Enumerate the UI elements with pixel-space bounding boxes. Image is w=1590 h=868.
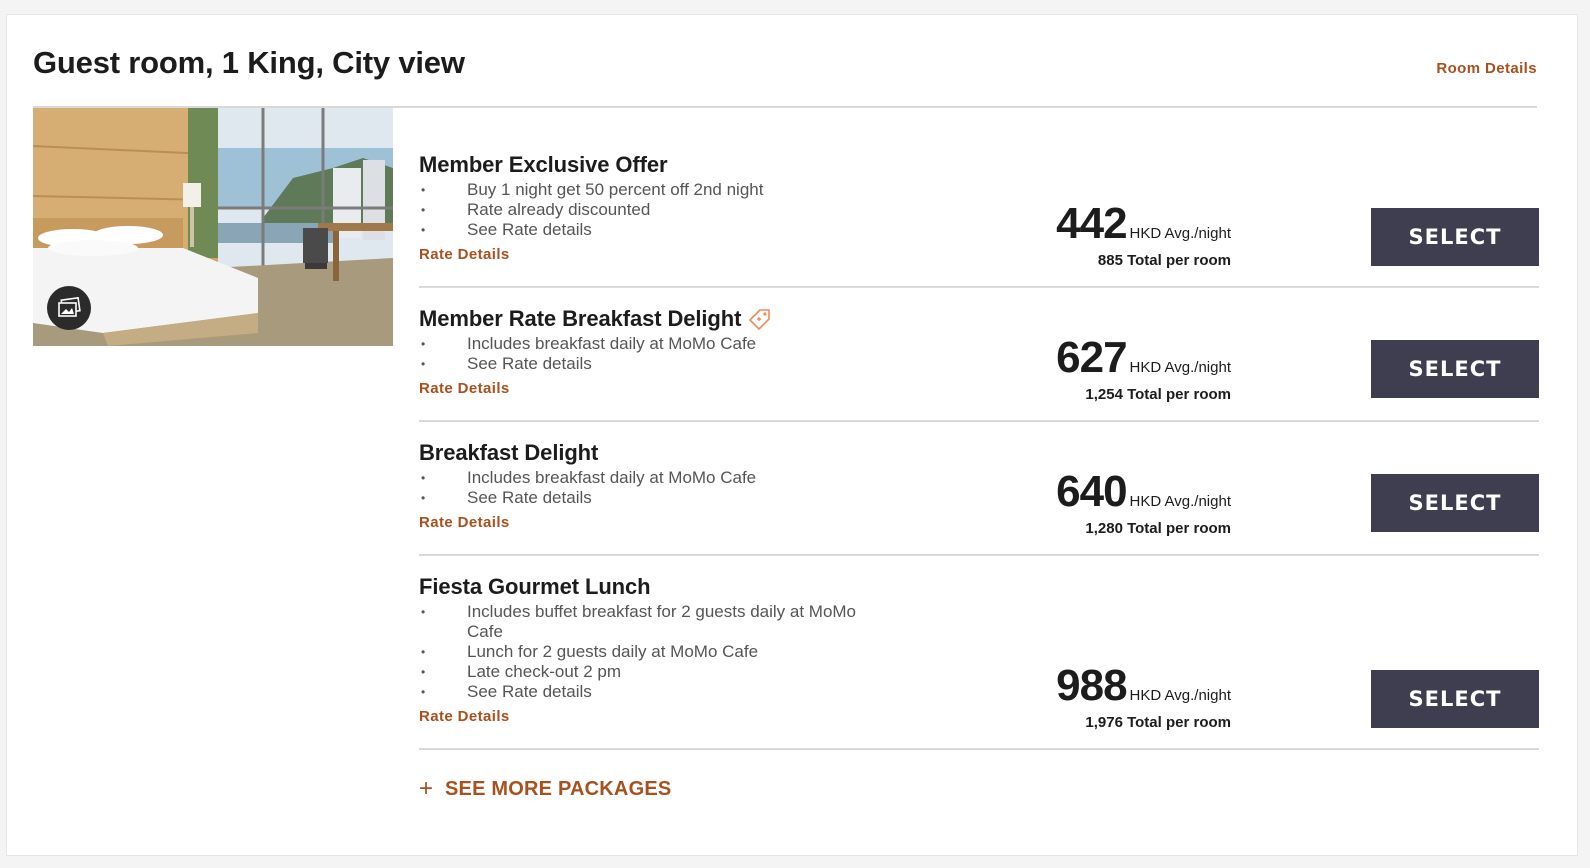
rate-name-text: Fiesta Gourmet Lunch [419, 574, 651, 599]
price-total: 885 Total per room [1056, 252, 1231, 269]
price-total: 1,254 Total per room [1056, 386, 1231, 403]
rate-list: Member Exclusive Offer Buy 1 night get 5… [419, 108, 1539, 750]
rate-name: Breakfast Delight [419, 440, 1539, 466]
price-unit: HKD Avg./night [1129, 359, 1231, 376]
see-more-label: SEE MORE PACKAGES [445, 777, 672, 800]
total-amount: 1,280 [1085, 520, 1123, 537]
rate-name: Member Rate Breakfast Delight [419, 306, 1539, 332]
feature-item: Includes breakfast daily at MoMo Cafe [419, 334, 889, 354]
rate-name: Fiesta Gourmet Lunch [419, 574, 1539, 600]
see-more-packages-link[interactable]: + SEE MORE PACKAGES [419, 777, 671, 801]
price-amount: 640 [1056, 467, 1127, 516]
gallery-icon [58, 297, 81, 317]
price-total: 1,280 Total per room [1056, 520, 1231, 537]
room-card: Guest room, 1 King, City view Room Detai… [6, 14, 1578, 856]
feature-item: Lunch for 2 guests daily at MoMo Cafe [419, 642, 889, 662]
rate-details-link[interactable]: Rate Details [419, 246, 510, 263]
feature-item: See Rate details [419, 488, 889, 508]
total-label: Total per room [1127, 386, 1231, 403]
plus-icon: + [419, 775, 434, 802]
price-unit: HKD Avg./night [1129, 493, 1231, 510]
total-amount: 1,254 [1085, 386, 1123, 403]
rate-name: Member Exclusive Offer [419, 152, 1539, 178]
price-amount: 988 [1056, 661, 1127, 710]
price-block: 627 HKD Avg./night 1,254 Total per room [1056, 333, 1231, 404]
rate-row: Fiesta Gourmet Lunch Includes buffet bre… [419, 556, 1539, 750]
rate-details-link[interactable]: Rate Details [419, 514, 510, 531]
rate-row: Member Rate Breakfast Delight Includes b… [419, 288, 1539, 422]
price-block: 442 HKD Avg./night 885 Total per room [1056, 199, 1231, 270]
price-block: 988 HKD Avg./night 1,976 Total per room [1056, 661, 1231, 732]
total-label: Total per room [1127, 252, 1231, 269]
feature-item: Includes buffet breakfast for 2 guests d… [419, 602, 889, 642]
rate-row: Member Exclusive Offer Buy 1 night get 5… [419, 108, 1539, 288]
total-amount: 885 [1097, 252, 1123, 269]
total-label: Total per room [1127, 520, 1231, 537]
gallery-button[interactable] [47, 286, 91, 330]
select-button[interactable]: SELECT [1371, 474, 1539, 532]
room-details-link[interactable]: Room Details [1436, 60, 1537, 77]
rate-row: Breakfast Delight Includes breakfast dai… [419, 422, 1539, 556]
feature-item: Late check-out 2 pm [419, 662, 889, 682]
feature-item: Buy 1 night get 50 percent off 2nd night [419, 180, 889, 200]
select-button[interactable]: SELECT [1371, 340, 1539, 398]
price-block: 640 HKD Avg./night 1,280 Total per room [1056, 467, 1231, 538]
select-button[interactable]: SELECT [1371, 670, 1539, 728]
total-label: Total per room [1127, 714, 1231, 731]
price-total: 1,976 Total per room [1056, 714, 1231, 731]
rate-details-link[interactable]: Rate Details [419, 708, 510, 725]
feature-item: Rate already discounted [419, 200, 889, 220]
price-amount: 442 [1056, 199, 1127, 248]
room-photo[interactable] [33, 108, 393, 346]
rate-name-text: Member Exclusive Offer [419, 152, 668, 177]
rate-name-text: Member Rate Breakfast Delight [419, 306, 742, 331]
price-unit: HKD Avg./night [1129, 687, 1231, 704]
price-amount: 627 [1056, 333, 1127, 382]
rate-details-link[interactable]: Rate Details [419, 380, 510, 397]
feature-item: See Rate details [419, 220, 889, 240]
feature-item: See Rate details [419, 354, 889, 374]
total-amount: 1,976 [1085, 714, 1123, 731]
feature-item: See Rate details [419, 682, 889, 702]
price-unit: HKD Avg./night [1129, 225, 1231, 242]
room-title: Guest room, 1 King, City view [33, 45, 465, 80]
select-button[interactable]: SELECT [1371, 208, 1539, 266]
rate-name-text: Breakfast Delight [419, 440, 599, 465]
feature-item: Includes breakfast daily at MoMo Cafe [419, 468, 889, 488]
price-tag-icon [747, 307, 773, 331]
